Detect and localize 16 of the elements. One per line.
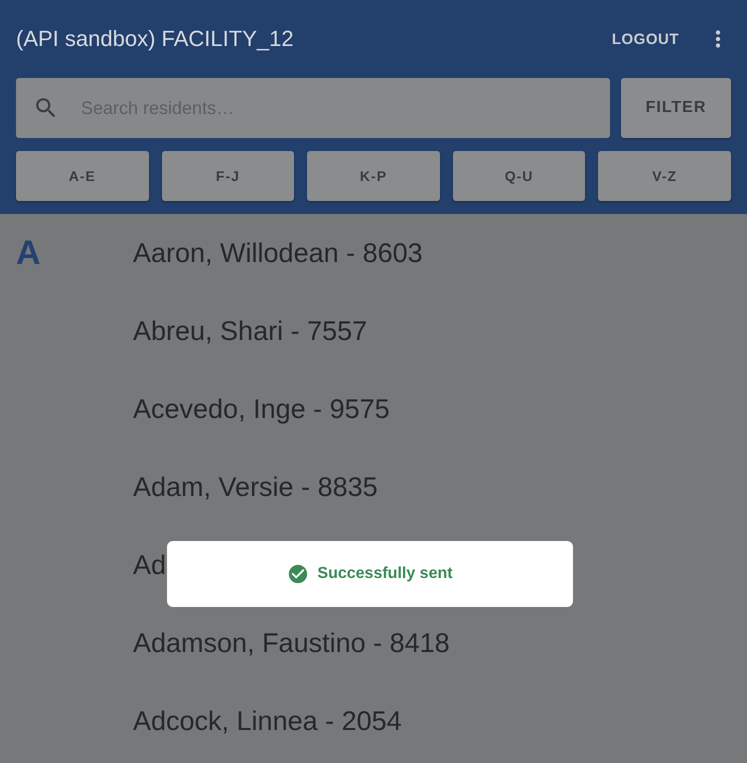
- toast-message: Successfully sent: [317, 565, 453, 583]
- alphabet-range-button[interactable]: F-J: [162, 151, 294, 201]
- alphabet-range-button[interactable]: A-E: [16, 151, 149, 201]
- resident-name[interactable]: Adcock, Linnea - 2054: [133, 699, 450, 763]
- alphabet-range-button[interactable]: K-P: [307, 151, 440, 201]
- facility-title: (API sandbox) FACILITY_12: [16, 26, 295, 52]
- logout-button[interactable]: LOGOUT: [612, 30, 679, 48]
- resident-name[interactable]: Abreu, Shari - 7557: [133, 309, 450, 387]
- alphabet-range-button[interactable]: V-Z: [598, 151, 731, 201]
- resident-name[interactable]: Acevedo, Inge - 9575: [133, 387, 450, 465]
- alphabet-range-button[interactable]: Q-U: [452, 151, 586, 201]
- resident-name[interactable]: Aaron, Willodean - 8603: [133, 231, 450, 309]
- section-letter: A: [16, 233, 42, 274]
- filter-button[interactable]: FILTER: [621, 78, 731, 138]
- resident-name[interactable]: Adam, Versie - 8835: [133, 465, 450, 543]
- resident-name[interactable]: Adamson, Faustino - 8418: [133, 621, 450, 699]
